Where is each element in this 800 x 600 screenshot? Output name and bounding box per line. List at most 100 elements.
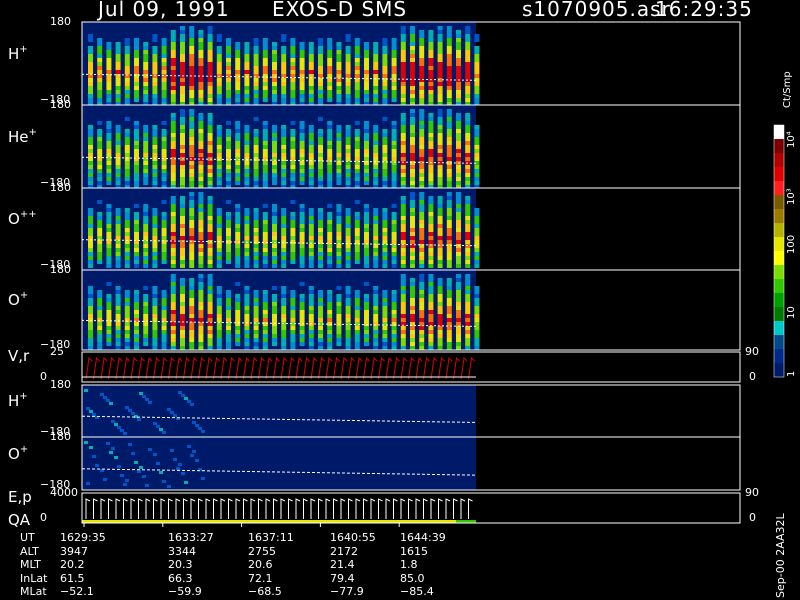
panel-1-label-sup: +	[28, 126, 37, 138]
colorbar-swatch	[774, 349, 784, 364]
panel-7-label: E,p	[8, 488, 32, 506]
row-label: InLat	[20, 571, 48, 585]
table-cell: 1629:35	[60, 531, 106, 544]
table-cell: 2172	[330, 544, 358, 558]
panel-4-label: V,r	[8, 347, 29, 365]
panel-6-ytop: 180	[50, 430, 71, 443]
panel-2-label-sup: ++	[19, 209, 37, 220]
colorbar-swatch	[774, 167, 784, 182]
row-label: ALT	[20, 544, 39, 558]
table-cell: −85.4	[400, 585, 434, 598]
panel-4-rbot: 0	[749, 370, 756, 383]
panel-7-label-text: E,p	[8, 488, 32, 506]
panel-7-label2: QA	[8, 511, 31, 529]
colorbar-swatch	[774, 209, 784, 224]
panel-3-label-sup: +	[19, 290, 29, 301]
panel-2-label-text: O	[8, 210, 20, 228]
panel-1-bg	[82, 105, 476, 188]
colorbar-label-0: 10⁴	[786, 131, 797, 148]
table-cell: 21.4	[330, 558, 355, 571]
panel-1-ytop: 180	[50, 98, 71, 111]
table-cell: 1640:55	[330, 531, 376, 544]
panel-7-ytop: 4000	[50, 486, 78, 499]
title-date: Jul 09, 1991	[98, 0, 230, 21]
colorbar-swatch	[774, 223, 784, 238]
colorbar-swatch	[774, 307, 784, 322]
table-cell: 66.3	[168, 571, 193, 585]
panel-7-rbot: 0	[749, 511, 756, 524]
row-label: MLT	[20, 558, 41, 571]
table-cell: 1637:11	[248, 531, 294, 544]
colorbar	[773, 124, 785, 378]
colorbar-swatch	[774, 125, 784, 140]
colorbar-label-2: 100	[786, 234, 797, 254]
table-cell: −59.9	[168, 585, 202, 598]
colorbar-swatch	[774, 195, 784, 210]
table-cell: −68.5	[248, 585, 282, 598]
panel-0-ytop: 180	[50, 15, 71, 28]
colorbar-swatch	[774, 363, 784, 378]
panel-3-bg	[82, 270, 476, 350]
panel-5-label: H+	[8, 391, 28, 410]
table-cell: −77.9	[330, 585, 364, 598]
panel-1-label-text: He	[8, 127, 29, 146]
panel-4-label-text: V,r	[8, 347, 30, 365]
row-label: UT	[20, 531, 35, 544]
title-time: 16:29:35	[655, 0, 753, 21]
colorbar-swatch	[774, 293, 784, 308]
table-cell: 85.0	[400, 571, 425, 585]
colorbar-label-3: 10	[786, 306, 797, 319]
panel-3-label-text: O	[8, 291, 20, 309]
colorbar-unit: Ct/Smp	[782, 71, 793, 108]
panel-7-bg	[82, 493, 476, 523]
table-cell: 1644:39	[400, 531, 446, 544]
panel-1-label: He+	[8, 127, 37, 146]
panel-3-ytop: 180	[50, 263, 71, 276]
panel-0-label-text: H	[8, 44, 20, 63]
title-mission: EXOS-D SMS	[272, 0, 408, 21]
colorbar-swatch	[774, 265, 784, 280]
panel-4-rtop: 90	[745, 345, 759, 358]
table-cell: 1.8	[400, 558, 418, 571]
table-cell: 3344	[168, 544, 196, 558]
colorbar-swatch	[774, 335, 784, 350]
panel-5-ytop: 180	[50, 378, 71, 391]
panel-6-label-text: O	[8, 444, 20, 463]
colorbar-swatch	[774, 139, 784, 154]
panel-6-bg	[82, 437, 476, 490]
panel-5-label-text: H	[8, 392, 20, 410]
table-cell: 1633:27	[168, 531, 214, 544]
colorbar-label-1: 10³	[786, 188, 797, 205]
title-file: s1070905.asr	[522, 0, 671, 21]
panel-2-ytop: 180	[50, 181, 71, 194]
table-cell: 2755	[248, 544, 276, 558]
panel-7-rtop: 90	[745, 486, 759, 499]
colorbar-swatch	[774, 153, 784, 168]
panels-group	[81, 21, 741, 527]
panel-7-ybot: 0	[40, 511, 47, 524]
colorbar-label-4: 1	[786, 370, 797, 377]
row-label: MLat	[20, 585, 47, 598]
panel-0-bg	[82, 22, 476, 105]
panel-2-label: O++	[8, 209, 37, 228]
table-cell: 79.4	[330, 571, 355, 585]
panel-6-label: O+	[8, 444, 28, 463]
table-cell: 20.3	[168, 558, 193, 571]
panel-0-label: H+	[8, 44, 28, 63]
panel-2-bg	[82, 188, 476, 270]
panel-4-ytop: 25	[50, 345, 64, 358]
table-cell: 1615	[400, 544, 428, 558]
colorbar-swatch	[774, 181, 784, 196]
table-cell: 72.1	[248, 571, 273, 585]
table-cell: 3947	[60, 544, 88, 558]
table-cell: 61.5	[60, 571, 85, 585]
panel-3-label: O+	[8, 290, 28, 309]
panel-5-label-sup: +	[19, 391, 28, 402]
colorbar-swatch	[774, 279, 784, 294]
panel-0-label-sup: +	[19, 43, 28, 55]
table-cell: 20.6	[248, 558, 273, 571]
table-cell: 20.2	[60, 558, 85, 571]
colorbar-swatch	[774, 321, 784, 336]
panel-4-ybot: 0	[40, 370, 47, 383]
spectrogram-plot	[81, 21, 785, 527]
